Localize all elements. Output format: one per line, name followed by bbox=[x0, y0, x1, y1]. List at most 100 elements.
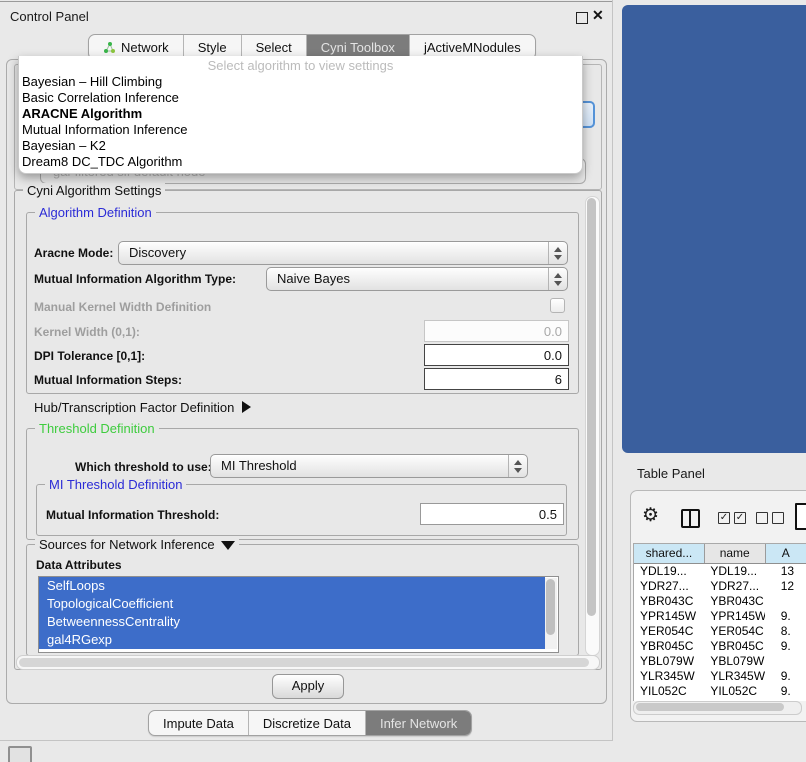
kernel-width-label: Kernel Width (0,1): bbox=[34, 325, 140, 339]
algorithm-popup-list: Bayesian – Hill ClimbingBasic Correlatio… bbox=[19, 74, 582, 170]
table-row[interactable]: YLR345WYLR345W9. bbox=[634, 669, 806, 684]
mi-algorithm-type-label: Mutual Information Algorithm Type: bbox=[34, 272, 236, 286]
mi-steps-input[interactable] bbox=[424, 368, 569, 390]
gear-icon[interactable]: ⚙ bbox=[642, 504, 659, 527]
network-window-frame: GALGAL80GAL10GAL11GAL1SWI4GAL4GCY1HAP4YH… bbox=[622, 5, 806, 453]
column-header-shared-[interactable]: shared... bbox=[634, 544, 705, 563]
table-cell: YBR045C bbox=[634, 639, 704, 654]
hub-definition-expander[interactable]: Hub/Transcription Factor Definition bbox=[34, 400, 251, 415]
table-cell bbox=[765, 654, 806, 669]
deselect-all-icon[interactable] bbox=[756, 512, 784, 524]
table-cell: YBL079W bbox=[704, 654, 764, 669]
table-cell: 9. bbox=[765, 684, 806, 699]
table-row[interactable]: YBR043CYBR043C bbox=[634, 594, 806, 609]
settings-horizontal-scrollbar[interactable] bbox=[16, 655, 600, 670]
table-row[interactable]: YBR045CYBR045C9. bbox=[634, 639, 806, 654]
tab-discretize-data[interactable]: Discretize Data bbox=[248, 711, 365, 735]
data-attributes-list[interactable]: SelfLoopsTopologicalCoefficientBetweenne… bbox=[38, 576, 559, 653]
tab-label: Infer Network bbox=[380, 716, 457, 731]
which-threshold-combo[interactable]: MI Threshold bbox=[210, 454, 528, 478]
table-cell: YDR27... bbox=[634, 579, 704, 594]
data-attributes-label: Data Attributes bbox=[36, 558, 122, 572]
manual-kernel-width-checkbox[interactable] bbox=[550, 298, 565, 313]
algorithm-option-bayesian-hill-climbing[interactable]: Bayesian – Hill Climbing bbox=[19, 74, 582, 90]
table-cell: YPR145W bbox=[634, 609, 704, 624]
kernel-width-input[interactable] bbox=[424, 320, 569, 342]
table-cell: 9. bbox=[765, 669, 806, 684]
cyni-algorithm-settings-legend: Cyni Algorithm Settings bbox=[23, 183, 165, 198]
algorithm-dropdown-popup: Select algorithm to view settings Bayesi… bbox=[18, 56, 583, 174]
table-cell: YER054C bbox=[704, 624, 764, 639]
tab-label: Network bbox=[121, 40, 169, 55]
table-cell: YBR045C bbox=[704, 639, 764, 654]
table-cell: YBR043C bbox=[634, 594, 704, 609]
close-icon[interactable]: ✕ bbox=[592, 7, 604, 24]
aracne-mode-label: Aracne Mode: bbox=[34, 246, 113, 260]
table-row[interactable]: YDL19...YDL19...13 bbox=[634, 564, 806, 579]
table-cell: YLR345W bbox=[634, 669, 704, 684]
table-row[interactable]: YDR27...YDR27...12 bbox=[634, 579, 806, 594]
mi-algorithm-type-value: Naive Bayes bbox=[277, 271, 350, 286]
expand-triangle-icon bbox=[242, 401, 251, 413]
algorithm-definition-legend: Algorithm Definition bbox=[35, 205, 156, 220]
column-header-a[interactable]: A bbox=[766, 544, 806, 563]
table-cell: YDR27... bbox=[704, 579, 764, 594]
table-row[interactable]: YER054CYER054C8. bbox=[634, 624, 806, 639]
column-header-name[interactable]: name bbox=[705, 544, 766, 563]
table-row[interactable]: YBL079WYBL079W bbox=[634, 654, 806, 669]
stepper-arrows-icon bbox=[548, 268, 567, 290]
table-cell: YDL19... bbox=[634, 564, 704, 579]
aracne-mode-value: Discovery bbox=[129, 245, 186, 260]
attribute-item-topologicalcoefficient[interactable]: TopologicalCoefficient bbox=[39, 595, 545, 613]
settings-vertical-scrollbar[interactable] bbox=[585, 196, 600, 656]
cyni-bottom-tabs: Impute Data Discretize Data Infer Network bbox=[148, 710, 472, 736]
mi-steps-label: Mutual Information Steps: bbox=[34, 373, 182, 387]
attribute-item-gal4rgexp[interactable]: gal4RGexp bbox=[39, 631, 545, 649]
window-top-edge bbox=[0, 1, 612, 2]
mi-threshold-input[interactable] bbox=[420, 503, 564, 525]
mi-algorithm-type-combo[interactable]: Naive Bayes bbox=[266, 267, 568, 291]
tab-label: Cyni Toolbox bbox=[321, 40, 395, 55]
table-header-row: shared...nameA bbox=[634, 544, 806, 564]
hub-definition-label: Hub/Transcription Factor Definition bbox=[34, 400, 234, 415]
which-threshold-label: Which threshold to use: bbox=[75, 460, 212, 474]
tab-label: Discretize Data bbox=[263, 716, 351, 731]
threshold-definition-legend: Threshold Definition bbox=[35, 421, 159, 436]
algorithm-option-bayesian-k2[interactable]: Bayesian – K2 bbox=[19, 138, 582, 154]
mi-threshold-label: Mutual Information Threshold: bbox=[46, 508, 219, 522]
table-cell: YER054C bbox=[634, 624, 704, 639]
dpi-tolerance-input[interactable] bbox=[424, 344, 569, 366]
algorithm-option-aracne-algorithm[interactable]: ARACNE Algorithm bbox=[19, 106, 582, 122]
table-row[interactable]: YPR145WYPR145W9. bbox=[634, 609, 806, 624]
select-all-icon[interactable]: ✓✓ bbox=[718, 512, 746, 524]
table-cell: 9. bbox=[765, 639, 806, 654]
table-panel-title: Table Panel bbox=[637, 466, 705, 481]
split-columns-icon[interactable] bbox=[681, 509, 700, 528]
algorithm-option-basic-correlation-inference[interactable]: Basic Correlation Inference bbox=[19, 90, 582, 106]
attribute-item-selfloops[interactable]: SelfLoops bbox=[39, 577, 545, 595]
list-vertical-scrollbar[interactable] bbox=[545, 578, 557, 649]
table-row[interactable]: YIL052CYIL052C9. bbox=[634, 684, 806, 699]
mi-threshold-definition-legend: MI Threshold Definition bbox=[45, 477, 186, 492]
algorithm-option-mutual-information-inference[interactable]: Mutual Information Inference bbox=[19, 122, 582, 138]
aracne-mode-combo[interactable]: Discovery bbox=[118, 241, 568, 265]
table-cell: 9. bbox=[765, 609, 806, 624]
tab-label: Select bbox=[256, 40, 292, 55]
table-cell: 8. bbox=[765, 624, 806, 639]
tab-infer-network[interactable]: Infer Network bbox=[365, 711, 471, 735]
table-cell: YBR043C bbox=[704, 594, 764, 609]
document-icon[interactable] bbox=[795, 503, 806, 530]
attribute-item-betweennesscentrality[interactable]: BetweennessCentrality bbox=[39, 613, 545, 631]
algorithm-popup-hint: Select algorithm to view settings bbox=[19, 56, 582, 74]
node-table: shared...nameA YDL19...YDL19...13YDR27..… bbox=[633, 543, 806, 701]
network-icon bbox=[103, 41, 116, 54]
collapsed-panel-button[interactable] bbox=[8, 746, 32, 762]
apply-button[interactable]: Apply bbox=[272, 674, 344, 699]
stepper-arrows-icon bbox=[548, 242, 567, 264]
float-window-icon[interactable] bbox=[576, 12, 588, 24]
algorithm-option-dream8-dc-tdc-algorithm[interactable]: Dream8 DC_TDC Algorithm bbox=[19, 154, 582, 170]
table-horizontal-scrollbar[interactable] bbox=[633, 701, 802, 715]
tab-impute-data[interactable]: Impute Data bbox=[149, 711, 248, 735]
dpi-tolerance-label: DPI Tolerance [0,1]: bbox=[34, 349, 145, 363]
table-cell: YDL19... bbox=[704, 564, 764, 579]
